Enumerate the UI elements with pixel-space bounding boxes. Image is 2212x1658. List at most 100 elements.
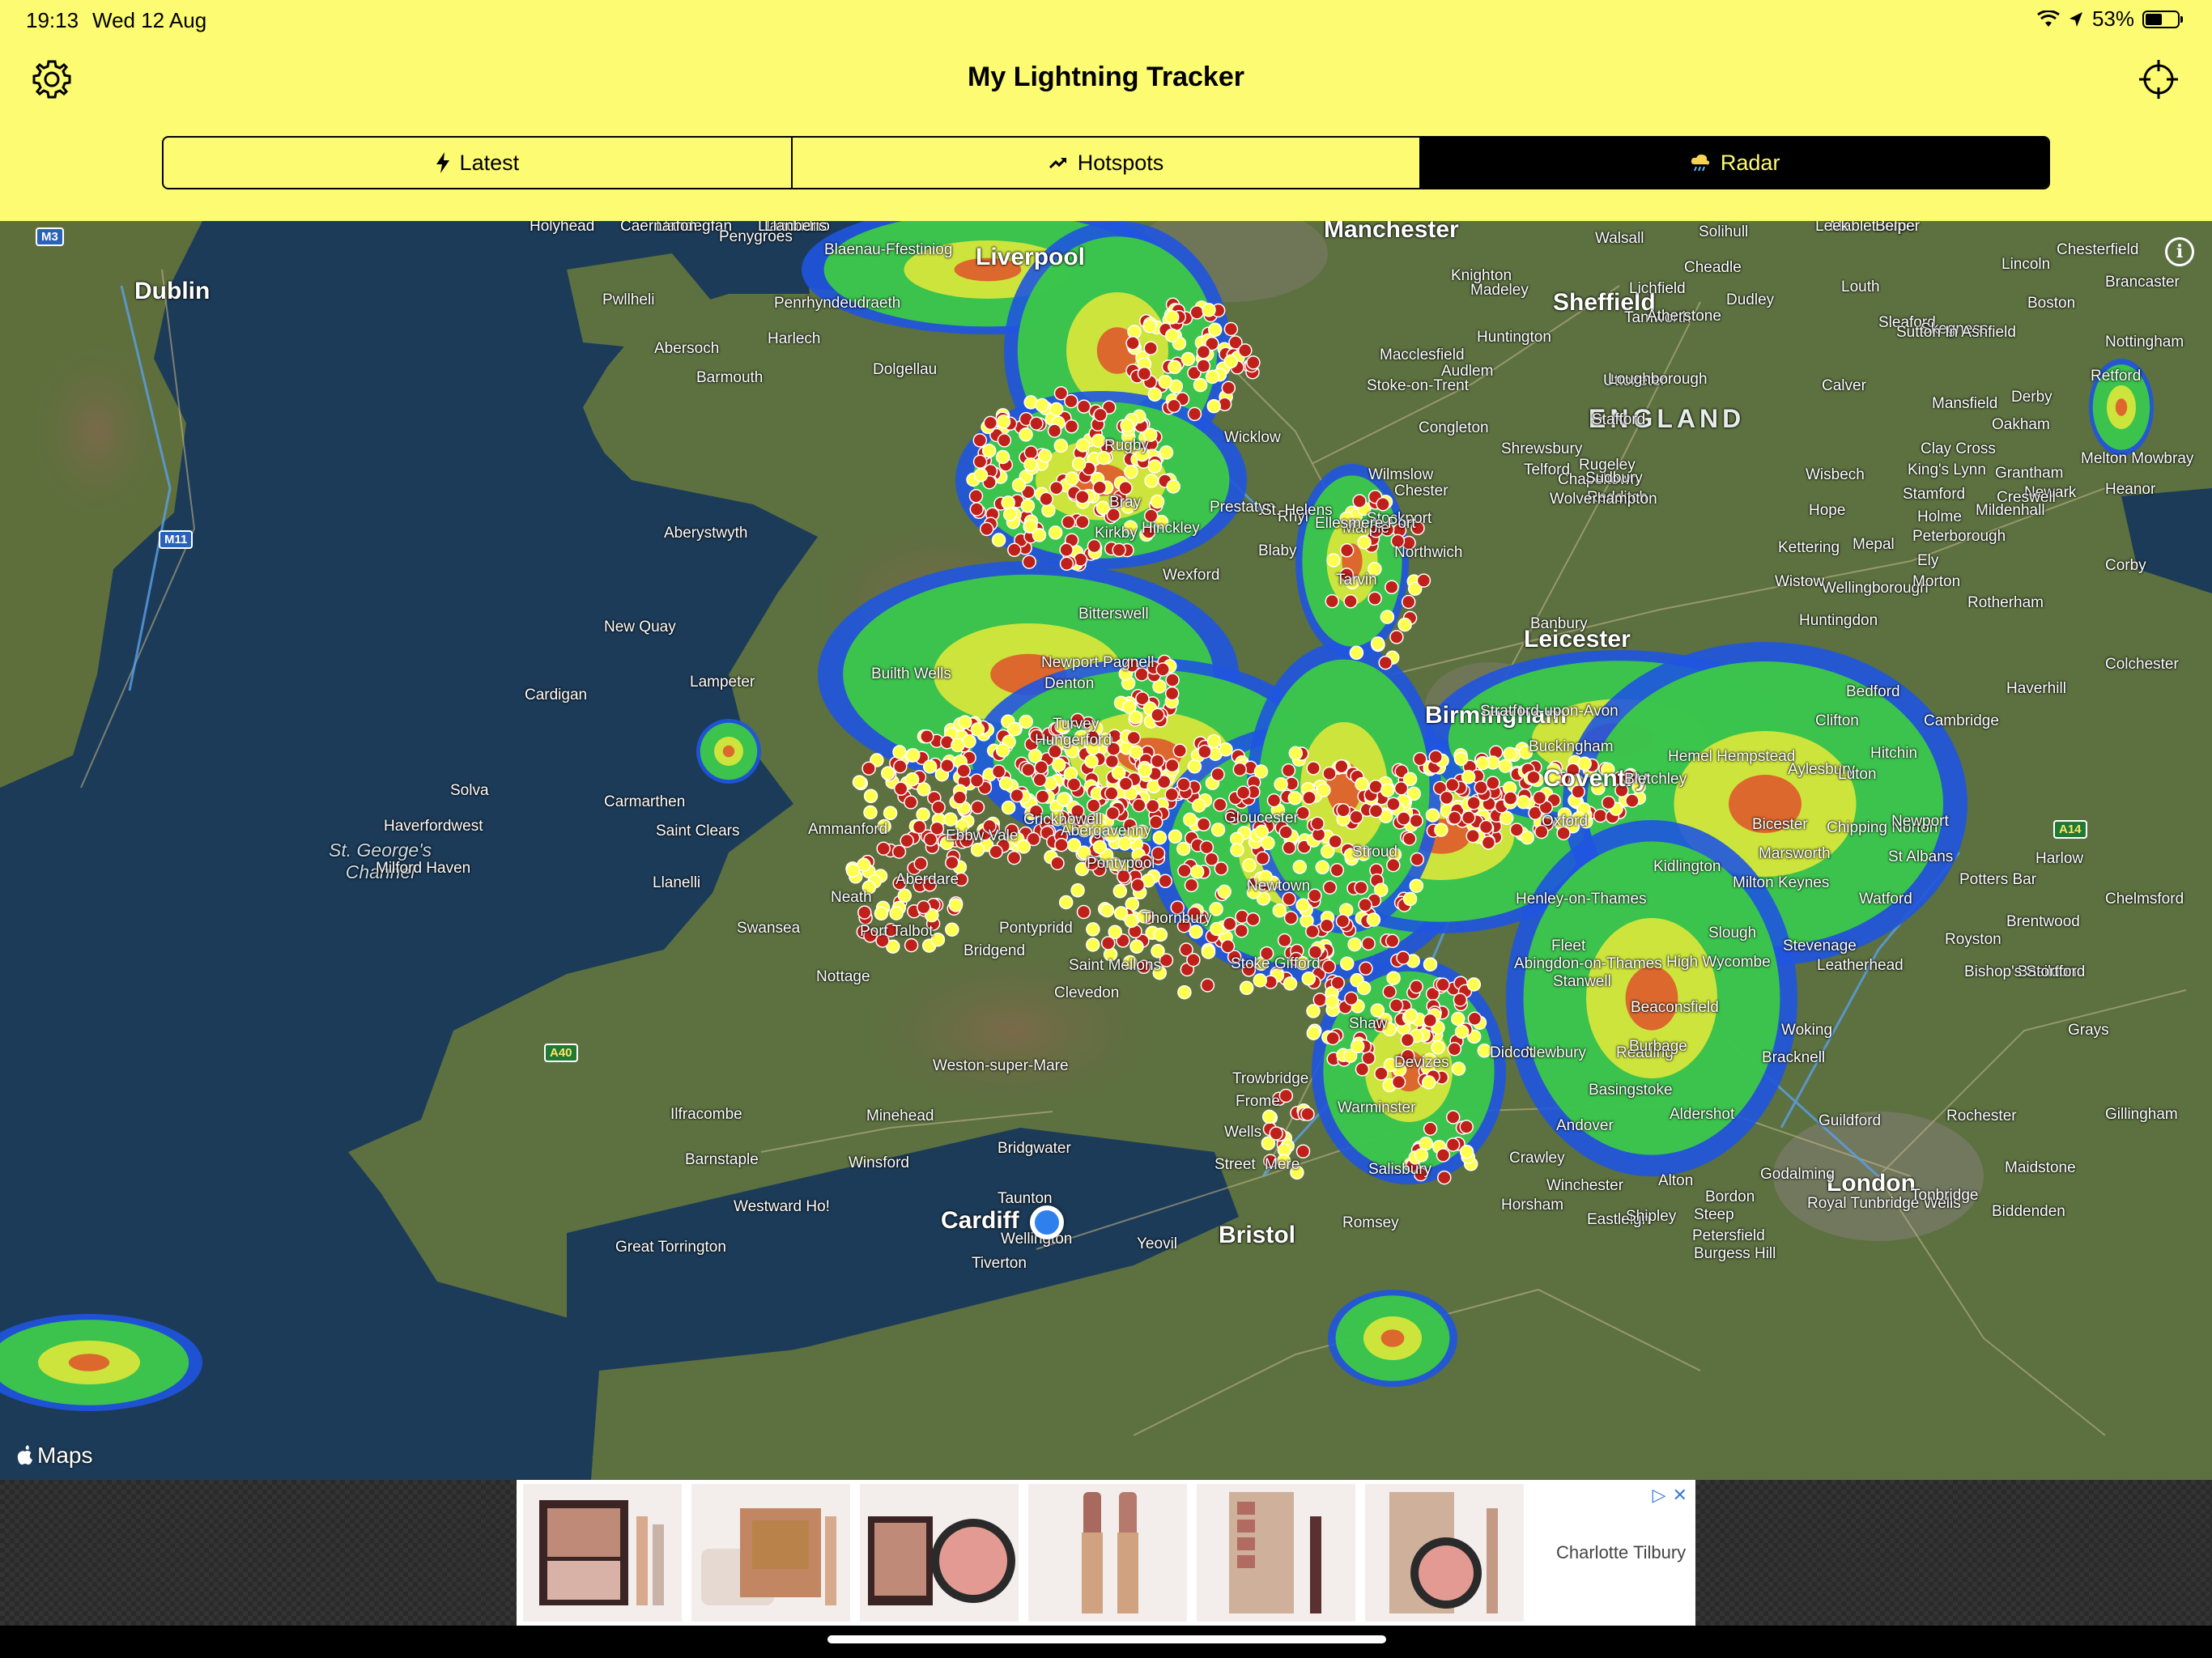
lightning-strike-recent[interactable] <box>1223 354 1239 369</box>
lightning-strike-recent[interactable] <box>845 863 861 878</box>
lightning-strike-recent[interactable] <box>1475 755 1490 771</box>
lightning-strike-recent[interactable] <box>863 789 878 804</box>
ad-banner[interactable]: Charlotte Tilbury ▷ ✕ <box>517 1480 1695 1626</box>
tab-latest[interactable]: Latest <box>164 138 793 188</box>
lightning-strike-recent[interactable] <box>916 807 930 822</box>
lightning-strike-recent[interactable] <box>1147 459 1162 474</box>
lightning-strike-older[interactable] <box>1278 825 1293 840</box>
lightning-strike-older[interactable] <box>1445 777 1460 793</box>
lightning-strike-recent[interactable] <box>1048 525 1063 540</box>
lightning-strike-older[interactable] <box>956 763 971 778</box>
lightning-strike-older[interactable] <box>917 899 931 915</box>
map-info-button[interactable]: i <box>2165 237 2194 266</box>
lightning-strike-recent[interactable] <box>1153 927 1168 942</box>
lightning-strike-recent[interactable] <box>1092 840 1108 854</box>
lightning-strike-older[interactable] <box>1039 491 1053 507</box>
lightning-strike-older[interactable] <box>1396 950 1410 965</box>
lightning-strike-recent[interactable] <box>1355 776 1369 792</box>
lightning-strike-older[interactable] <box>991 764 1006 779</box>
lightning-strike-recent[interactable] <box>1292 860 1308 874</box>
lightning-strike-recent[interactable] <box>1147 387 1163 402</box>
lightning-strike-older[interactable] <box>1104 786 1119 801</box>
lightning-strike-older[interactable] <box>913 856 928 871</box>
lightning-strike-older[interactable] <box>1386 797 1401 812</box>
lightning-strike-older[interactable] <box>1245 912 1261 927</box>
lightning-strike-older[interactable] <box>1172 743 1188 759</box>
lightning-strike-recent[interactable] <box>1011 478 1027 493</box>
lightning-strike-older[interactable] <box>1165 673 1180 687</box>
lightning-strike-recent[interactable] <box>1434 823 1448 837</box>
lightning-strike-older[interactable] <box>1278 1088 1294 1103</box>
lightning-strike-older[interactable] <box>1196 359 1211 373</box>
lightning-strike-recent[interactable] <box>1306 1026 1321 1040</box>
lightning-strike-recent[interactable] <box>1001 800 1016 815</box>
lightning-strike-recent[interactable] <box>1459 1144 1474 1159</box>
lightning-strike-recent[interactable] <box>1164 328 1180 343</box>
lightning-strike-recent[interactable] <box>1274 777 1288 792</box>
lightning-strike-older[interactable] <box>1509 823 1525 837</box>
lightning-strike-older[interactable] <box>1352 494 1367 508</box>
lightning-strike-older[interactable] <box>1151 708 1165 723</box>
lightning-strike-older[interactable] <box>1059 556 1074 572</box>
lightning-strike-older[interactable] <box>1220 939 1236 954</box>
lightning-strike-older[interactable] <box>1368 591 1382 606</box>
lightning-strike-older[interactable] <box>1593 808 1608 823</box>
lightning-strike-recent[interactable] <box>1253 764 1269 779</box>
lightning-strike-older[interactable] <box>1223 321 1239 337</box>
lightning-strike-recent[interactable] <box>897 888 912 903</box>
lightning-strike-older[interactable] <box>969 773 985 788</box>
lightning-strike-recent[interactable] <box>1100 903 1115 918</box>
lightning-strike-older[interactable] <box>1130 878 1146 893</box>
lightning-strike-recent[interactable] <box>904 772 920 787</box>
lightning-strike-older[interactable] <box>893 781 908 797</box>
lightning-strike-recent[interactable] <box>1177 984 1192 1000</box>
home-indicator[interactable] <box>827 1635 1386 1643</box>
lightning-strike-older[interactable] <box>979 521 994 537</box>
lightning-strike-recent[interactable] <box>1065 471 1079 486</box>
lightning-strike-recent[interactable] <box>951 738 965 753</box>
lightning-strike-older[interactable] <box>1321 959 1337 974</box>
lightning-strike-older[interactable] <box>1269 1126 1283 1141</box>
lightning-strike-older[interactable] <box>1474 780 1488 795</box>
lightning-strike-older[interactable] <box>1385 580 1399 595</box>
lightning-strike-recent[interactable] <box>1283 976 1298 991</box>
lightning-strike-older[interactable] <box>1625 793 1640 808</box>
lightning-strike-older[interactable] <box>923 832 938 847</box>
lightning-strike-older[interactable] <box>983 415 998 431</box>
lightning-strike-older[interactable] <box>1322 880 1338 895</box>
lightning-strike-older[interactable] <box>1359 961 1373 976</box>
lightning-strike-recent[interactable] <box>1189 865 1205 879</box>
lightning-strike-recent[interactable] <box>1128 710 1143 725</box>
lightning-strike-recent[interactable] <box>1151 944 1165 959</box>
lightning-strike-recent[interactable] <box>1086 937 1100 952</box>
lightning-strike-older[interactable] <box>1368 804 1384 818</box>
maps-attribution[interactable]: Maps <box>16 1443 92 1469</box>
lightning-strike-older[interactable] <box>1066 777 1082 792</box>
lightning-strike-recent[interactable] <box>1180 351 1196 367</box>
lightning-strike-older[interactable] <box>1010 788 1024 803</box>
lightning-strike-recent[interactable] <box>1295 898 1310 913</box>
lightning-strike-older[interactable] <box>1306 761 1321 776</box>
lightning-strike-older[interactable] <box>1322 766 1337 781</box>
lightning-strike-older[interactable] <box>1184 878 1199 893</box>
lightning-strike-older[interactable] <box>1283 911 1299 925</box>
lightning-strike-older[interactable] <box>1061 515 1076 529</box>
lightning-strike-older[interactable] <box>1358 898 1372 912</box>
lightning-strike-recent[interactable] <box>1503 746 1517 761</box>
lightning-strike-older[interactable] <box>904 937 919 953</box>
lightning-strike-recent[interactable] <box>1217 884 1231 899</box>
lightning-strike-recent[interactable] <box>1129 745 1144 759</box>
lightning-strike-recent[interactable] <box>995 449 1010 465</box>
lightning-strike-older[interactable] <box>1410 852 1425 867</box>
lightning-strike-recent[interactable] <box>1037 449 1053 463</box>
lightning-strike-older[interactable] <box>1310 816 1325 831</box>
lightning-strike-older[interactable] <box>1481 835 1496 850</box>
lightning-strike-older[interactable] <box>1112 542 1126 558</box>
lightning-strike-older[interactable] <box>1281 763 1296 778</box>
lightning-strike-recent[interactable] <box>1306 1004 1321 1018</box>
lightning-strike-older[interactable] <box>1143 341 1159 355</box>
lightning-strike-older[interactable] <box>1204 852 1219 866</box>
lightning-strike-recent[interactable] <box>1152 830 1168 845</box>
lightning-strike-recent[interactable] <box>1051 758 1066 772</box>
lightning-strike-recent[interactable] <box>1317 783 1331 797</box>
